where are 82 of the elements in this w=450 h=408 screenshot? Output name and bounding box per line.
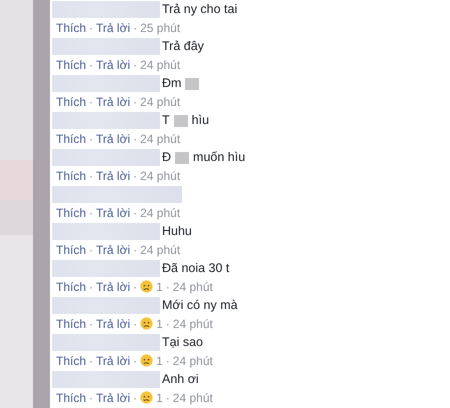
reply-link[interactable]: Trả lời xyxy=(96,388,130,406)
timestamp: 24 phút xyxy=(140,168,180,184)
separator-dot: · xyxy=(89,242,94,258)
separator-dot: · xyxy=(89,20,94,36)
timestamp: 25 phút xyxy=(140,20,180,36)
like-link[interactable]: Thích xyxy=(56,314,86,332)
reply-link[interactable]: Trả lời xyxy=(96,92,130,110)
timestamp: 24 phút xyxy=(140,130,180,148)
reaction-count: 1 xyxy=(156,316,163,332)
reaction-count: 1 xyxy=(156,352,163,370)
comment-text: Anh ơi xyxy=(162,371,199,388)
censor-block xyxy=(175,152,190,164)
reply-link[interactable]: Trả lời xyxy=(96,314,130,332)
separator-dot: · xyxy=(133,204,138,222)
sad-emoji-icon xyxy=(140,280,154,293)
like-link[interactable]: Thích xyxy=(56,388,86,406)
reply-link[interactable]: Trả lời xyxy=(96,130,130,148)
timestamp: 24 phút xyxy=(140,56,180,74)
comment-text: muốn hìu xyxy=(193,149,246,166)
separator-dot: · xyxy=(133,56,138,74)
like-link[interactable]: Thích xyxy=(56,56,86,74)
reply-link[interactable]: Trả lời xyxy=(96,166,130,184)
separator-dot: · xyxy=(89,352,94,370)
separator-dot: · xyxy=(89,204,94,222)
sad-emoji-icon xyxy=(140,391,154,404)
censor-block xyxy=(174,114,188,126)
separator-dot: · xyxy=(133,278,138,296)
separator-dot: · xyxy=(133,316,138,332)
separator-dot: · xyxy=(133,130,138,148)
like-link[interactable]: Thích xyxy=(56,352,86,370)
separator-dot: · xyxy=(89,316,94,332)
like-link[interactable]: Thích xyxy=(56,18,86,36)
comment-text: Trả đây xyxy=(162,38,204,56)
separator-dot: · xyxy=(133,352,138,370)
comment-text: Đ xyxy=(162,149,172,166)
separator-dot: · xyxy=(133,390,138,406)
separator-dot: · xyxy=(89,56,94,74)
separator-dot: · xyxy=(133,242,138,258)
like-link[interactable]: Thích xyxy=(56,204,86,222)
reply-link[interactable]: Trả lời xyxy=(96,18,130,36)
reply-link[interactable]: Trả lời xyxy=(96,278,130,296)
separator-dot: · xyxy=(133,168,138,184)
censor-block xyxy=(185,78,200,90)
separator-dot: · xyxy=(89,168,94,184)
like-link[interactable]: Thích xyxy=(56,240,86,258)
separator-dot: · xyxy=(133,94,138,110)
timestamp: 24 phút xyxy=(140,94,180,110)
sad-emoji-icon xyxy=(140,354,154,367)
like-link[interactable]: Thích xyxy=(56,278,86,296)
separator-dot: · xyxy=(166,278,170,296)
reply-link[interactable]: Trả lời xyxy=(96,240,130,258)
reaction-count: 1 xyxy=(156,278,163,296)
separator-dot: · xyxy=(166,316,170,332)
reply-link[interactable]: Trả lời xyxy=(96,56,130,74)
comment-text: Tại sao xyxy=(162,334,203,352)
separator-dot: · xyxy=(89,278,94,296)
timestamp: 24 phút xyxy=(172,278,213,296)
separator-dot: · xyxy=(133,20,138,36)
timestamp: 24 phút xyxy=(172,316,213,332)
like-link[interactable]: Thích xyxy=(56,92,86,110)
reaction-count: 1 xyxy=(156,390,163,406)
comment-text: Đm xyxy=(162,75,182,92)
comment-text: T xyxy=(162,112,170,130)
like-link[interactable]: Thích xyxy=(56,166,86,184)
sad-emoji-icon xyxy=(140,317,154,330)
comment-text: Huhu xyxy=(162,223,192,240)
comment-text: Trả ny cho tai xyxy=(162,1,238,18)
separator-dot: · xyxy=(166,390,170,406)
reply-link[interactable]: Trả lời xyxy=(96,352,130,370)
separator-dot: · xyxy=(89,130,94,148)
like-link[interactable]: Thích xyxy=(56,130,86,148)
separator-dot: · xyxy=(89,94,94,110)
comment-text: Mới có ny mà xyxy=(162,297,238,314)
timestamp: 24 phút xyxy=(172,390,213,406)
separator-dot: · xyxy=(89,390,94,406)
reply-link[interactable]: Trả lời xyxy=(96,204,130,222)
comment-text: Đã noia 30 t xyxy=(162,260,230,278)
timestamp: 24 phút xyxy=(140,204,180,222)
timestamp: 24 phút xyxy=(140,242,180,258)
separator-dot: · xyxy=(166,352,170,370)
timestamp: 24 phút xyxy=(172,352,213,370)
comment-text: hìu xyxy=(192,112,210,130)
